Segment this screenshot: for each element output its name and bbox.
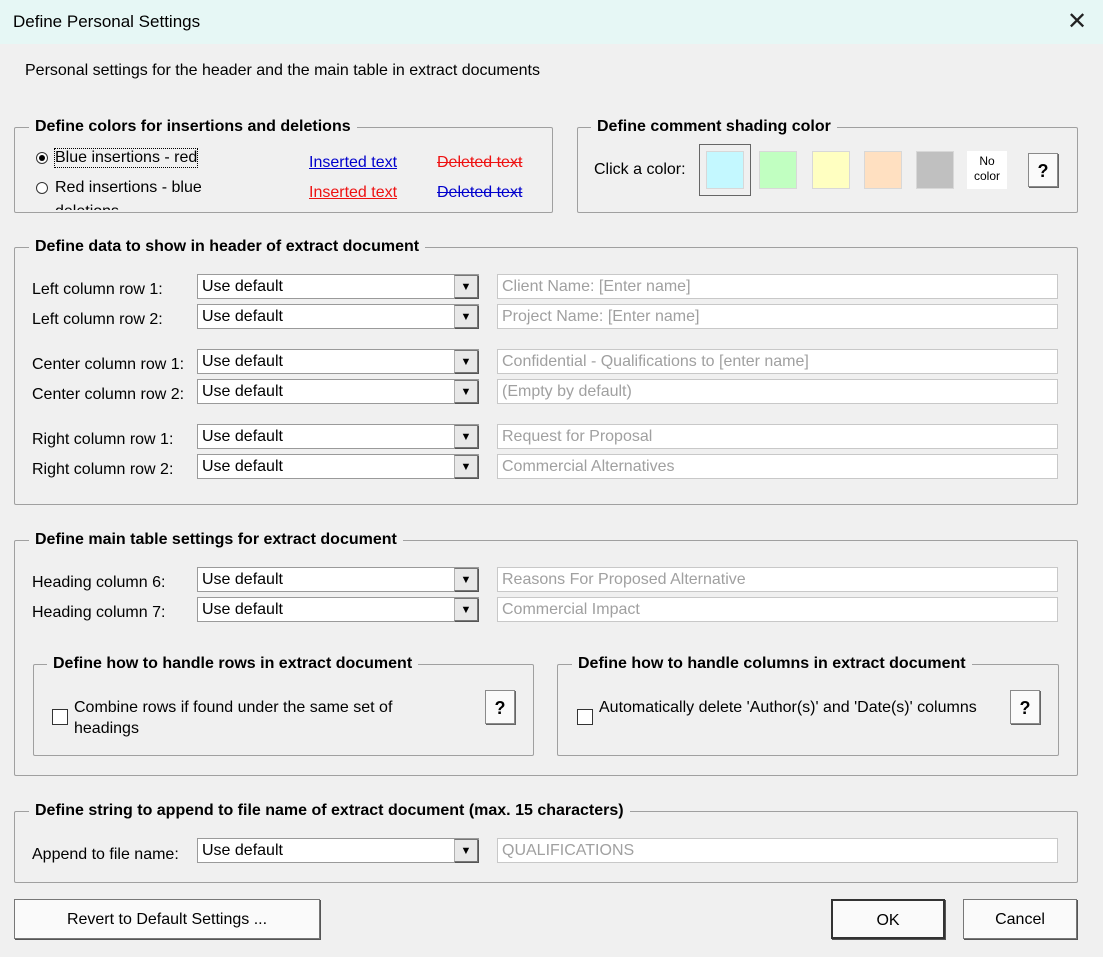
colors-legend: Define colors for insertions and deletio… bbox=[29, 118, 357, 136]
chevron-down-icon[interactable]: ▼ bbox=[454, 350, 478, 373]
blue-insertions-radio[interactable] bbox=[36, 152, 48, 164]
right-row1-input-text: Request for Proposal bbox=[502, 428, 653, 445]
center-row2-input-text: (Empty by default) bbox=[502, 383, 632, 400]
inserted-text-sample-1: Inserted text bbox=[309, 154, 398, 171]
red-insertions-label[interactable]: Red insertions - blue bbox=[55, 179, 202, 197]
right-row1-input[interactable]: Request for Proposal bbox=[497, 424, 1058, 449]
center-row1-select[interactable]: Use default ▼ bbox=[197, 349, 479, 374]
heading7-select[interactable]: Use default ▼ bbox=[197, 597, 479, 622]
clipped-option-text: deletions bbox=[55, 203, 119, 210]
right-row1-select-value: Use default bbox=[202, 428, 283, 445]
ok-button[interactable]: OK bbox=[831, 899, 945, 939]
center-row1-input[interactable]: Confidential - Qualifications to [enter … bbox=[497, 349, 1058, 374]
heading6-label: Heading column 6: bbox=[32, 574, 166, 591]
deleted-text-sample-2: Deleted text bbox=[437, 184, 523, 201]
right-row2-input[interactable]: Commercial Alternatives bbox=[497, 454, 1058, 479]
cols-legend: Define how to handle columns in extract … bbox=[572, 655, 972, 673]
append-select-value: Use default bbox=[202, 842, 283, 859]
swatch-gray[interactable] bbox=[916, 151, 954, 189]
heading6-input-text: Reasons For Proposed Alternative bbox=[502, 571, 746, 588]
inserted-text-sample-2: Inserted text bbox=[309, 184, 398, 201]
main-table-legend: Define main table settings for extract d… bbox=[29, 531, 403, 549]
no-color-swatch[interactable]: No color bbox=[967, 151, 1007, 189]
chevron-down-icon[interactable]: ▼ bbox=[454, 380, 478, 403]
heading7-input-text: Commercial Impact bbox=[502, 601, 640, 618]
left-row1-input-text: Client Name: [Enter name] bbox=[502, 278, 691, 295]
right-row2-select[interactable]: Use default ▼ bbox=[197, 454, 479, 479]
cancel-button[interactable]: Cancel bbox=[963, 899, 1077, 939]
append-legend: Define string to append to file name of … bbox=[29, 802, 630, 820]
left-row2-input[interactable]: Project Name: [Enter name] bbox=[497, 304, 1058, 329]
left-row2-input-text: Project Name: [Enter name] bbox=[502, 308, 700, 325]
right-row2-select-value: Use default bbox=[202, 458, 283, 475]
close-icon[interactable]: ✕ bbox=[1064, 9, 1090, 35]
center-row2-select-value: Use default bbox=[202, 383, 283, 400]
left-row1-select-value: Use default bbox=[202, 278, 283, 295]
chevron-down-icon[interactable]: ▼ bbox=[454, 425, 478, 448]
rows-legend: Define how to handle rows in extract doc… bbox=[47, 655, 419, 673]
shading-help-button[interactable]: ? bbox=[1028, 153, 1058, 187]
swatch-green[interactable] bbox=[759, 151, 797, 189]
heading6-input[interactable]: Reasons For Proposed Alternative bbox=[497, 567, 1058, 592]
heading7-label: Heading column 7: bbox=[32, 604, 166, 621]
delete-columns-label[interactable]: Automatically delete 'Author(s)' and 'Da… bbox=[599, 697, 979, 718]
swatch-peach[interactable] bbox=[864, 151, 902, 189]
header-legend: Define data to show in header of extract… bbox=[29, 238, 426, 256]
colors-options-area: Blue insertions - red Red insertions - b… bbox=[15, 140, 295, 210]
append-label: Append to file name: bbox=[32, 846, 179, 863]
chevron-down-icon[interactable]: ▼ bbox=[454, 839, 478, 862]
click-color-label: Click a color: bbox=[594, 161, 686, 178]
center-row2-input[interactable]: (Empty by default) bbox=[497, 379, 1058, 404]
left-row2-label: Left column row 2: bbox=[32, 311, 163, 328]
blue-insertions-label[interactable]: Blue insertions - red bbox=[53, 148, 199, 168]
center-row2-select[interactable]: Use default ▼ bbox=[197, 379, 479, 404]
delete-columns-checkbox[interactable] bbox=[577, 709, 593, 725]
combine-rows-checkbox[interactable] bbox=[52, 709, 68, 725]
center-row1-input-text: Confidential - Qualifications to [enter … bbox=[502, 353, 809, 370]
chevron-down-icon[interactable]: ▼ bbox=[454, 275, 478, 298]
append-select[interactable]: Use default ▼ bbox=[197, 838, 479, 863]
left-row1-input[interactable]: Client Name: [Enter name] bbox=[497, 274, 1058, 299]
deleted-text-sample-1: Deleted text bbox=[437, 154, 523, 171]
left-row1-select[interactable]: Use default ▼ bbox=[197, 274, 479, 299]
left-row1-label: Left column row 1: bbox=[32, 281, 163, 298]
chevron-down-icon[interactable]: ▼ bbox=[454, 455, 478, 478]
heading7-select-value: Use default bbox=[202, 601, 283, 618]
shading-legend: Define comment shading color bbox=[591, 118, 837, 136]
red-insertions-radio[interactable] bbox=[36, 182, 48, 194]
chevron-down-icon[interactable]: ▼ bbox=[454, 568, 478, 591]
combine-rows-label[interactable]: Combine rows if found under the same set… bbox=[74, 697, 454, 739]
right-row1-label: Right column row 1: bbox=[32, 431, 174, 448]
center-row1-select-value: Use default bbox=[202, 353, 283, 370]
center-row2-label: Center column row 2: bbox=[32, 386, 185, 403]
rows-help-button[interactable]: ? bbox=[485, 690, 515, 724]
left-row2-select[interactable]: Use default ▼ bbox=[197, 304, 479, 329]
cols-help-button[interactable]: ? bbox=[1010, 690, 1040, 724]
append-input[interactable]: QUALIFICATIONS bbox=[497, 838, 1058, 863]
chevron-down-icon[interactable]: ▼ bbox=[454, 305, 478, 328]
right-row1-select[interactable]: Use default ▼ bbox=[197, 424, 479, 449]
intro-text: Personal settings for the header and the… bbox=[25, 62, 540, 79]
left-row2-select-value: Use default bbox=[202, 308, 283, 325]
center-row1-label: Center column row 1: bbox=[32, 356, 185, 373]
chevron-down-icon[interactable]: ▼ bbox=[454, 598, 478, 621]
window-title: Define Personal Settings bbox=[13, 12, 201, 31]
swatch-yellow[interactable] bbox=[812, 151, 850, 189]
heading7-input[interactable]: Commercial Impact bbox=[497, 597, 1058, 622]
swatch-cyan[interactable] bbox=[706, 151, 744, 189]
append-input-text: QUALIFICATIONS bbox=[502, 842, 635, 859]
heading6-select[interactable]: Use default ▼ bbox=[197, 567, 479, 592]
right-row2-label: Right column row 2: bbox=[32, 461, 174, 478]
revert-button[interactable]: Revert to Default Settings ... bbox=[14, 899, 320, 939]
right-row2-input-text: Commercial Alternatives bbox=[502, 458, 675, 475]
heading6-select-value: Use default bbox=[202, 571, 283, 588]
